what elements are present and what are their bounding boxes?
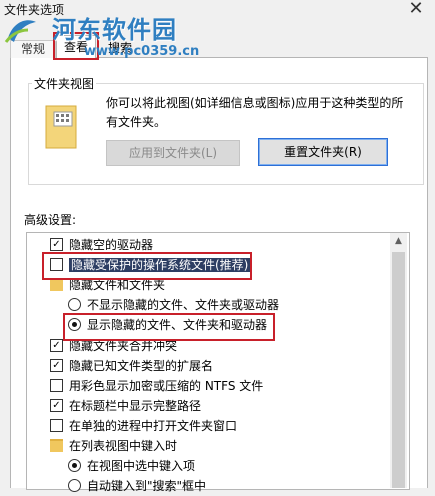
setting-hide-extensions[interactable]: ✓ 隐藏已知文件类型的扩展名 xyxy=(50,356,213,376)
reset-folders-button[interactable]: 重置文件夹(R) xyxy=(258,138,388,166)
watermark-name: 河东软件园 xyxy=(52,16,177,44)
radio-selected-icon[interactable] xyxy=(68,459,81,472)
folder-views-description: 你可以将此视图(如详细信息或图标)应用于这种类型的所有文件夹。 xyxy=(106,96,404,129)
setting-label: 自动键入到"搜索"框中 xyxy=(87,479,207,493)
setting-separate-process[interactable]: 在单独的进程中打开文件夹窗口 xyxy=(50,416,237,436)
setting-group-list-typing: 在列表视图中键入时 xyxy=(50,436,177,456)
setting-label: 隐藏文件夹合并冲突 xyxy=(69,339,178,353)
show-hidden-highlight-box xyxy=(63,313,275,341)
setting-label: 用彩色显示加密或压缩的 NTFS 文件 xyxy=(69,379,264,393)
scroll-up-arrow-icon[interactable]: ▲ xyxy=(390,233,407,250)
folder-views-label: 文件夹视图 xyxy=(32,75,97,92)
watermark-url: www.pc0359.cn xyxy=(84,44,200,59)
setting-label: 在标题栏中显示完整路径 xyxy=(69,399,202,413)
setting-label: 隐藏已知文件类型的扩展名 xyxy=(69,359,214,373)
checkbox-checked-icon[interactable]: ✓ xyxy=(50,399,63,412)
setting-dont-show-hidden[interactable]: 不显示隐藏的文件、文件夹或驱动器 xyxy=(68,295,279,315)
setting-label: 在视图中选中键入项 xyxy=(87,459,196,473)
checkbox-unchecked-icon[interactable] xyxy=(50,419,63,432)
folder-view-icon xyxy=(45,105,77,149)
radio-unselected-icon[interactable] xyxy=(68,479,81,492)
setting-label: 隐藏空的驱动器 xyxy=(69,238,154,252)
close-button[interactable]: ✕ xyxy=(406,0,426,19)
checkbox-checked-icon[interactable]: ✓ xyxy=(50,238,63,251)
checkbox-unchecked-icon[interactable] xyxy=(50,379,63,392)
folder-icon xyxy=(50,439,63,452)
setting-label: 不显示隐藏的文件、文件夹或驱动器 xyxy=(87,298,280,312)
setting-type-into-search[interactable]: 自动键入到"搜索"框中 xyxy=(68,476,206,496)
scrollbar-thumb[interactable] xyxy=(392,252,405,488)
advanced-settings-label: 高级设置: xyxy=(24,213,77,227)
apply-to-folders-button[interactable]: 应用到文件夹(L) xyxy=(106,140,240,166)
radio-unselected-icon[interactable] xyxy=(68,298,81,311)
setting-label: 在列表视图中键入时 xyxy=(69,439,178,453)
setting-select-typed-item[interactable]: 在视图中选中键入项 xyxy=(68,456,195,476)
watermark-logo-icon xyxy=(4,20,36,43)
setting-color-ntfs[interactable]: 用彩色显示加密或压缩的 NTFS 文件 xyxy=(50,376,263,396)
checkbox-checked-icon[interactable]: ✓ xyxy=(50,339,63,352)
setting-label: 在单独的进程中打开文件夹窗口 xyxy=(69,419,238,433)
setting-label: 隐藏文件和文件夹 xyxy=(69,278,166,292)
protected-files-highlight-box xyxy=(42,252,252,280)
checkbox-checked-icon[interactable]: ✓ xyxy=(50,359,63,372)
setting-full-path-title[interactable]: ✓ 在标题栏中显示完整路径 xyxy=(50,396,201,416)
